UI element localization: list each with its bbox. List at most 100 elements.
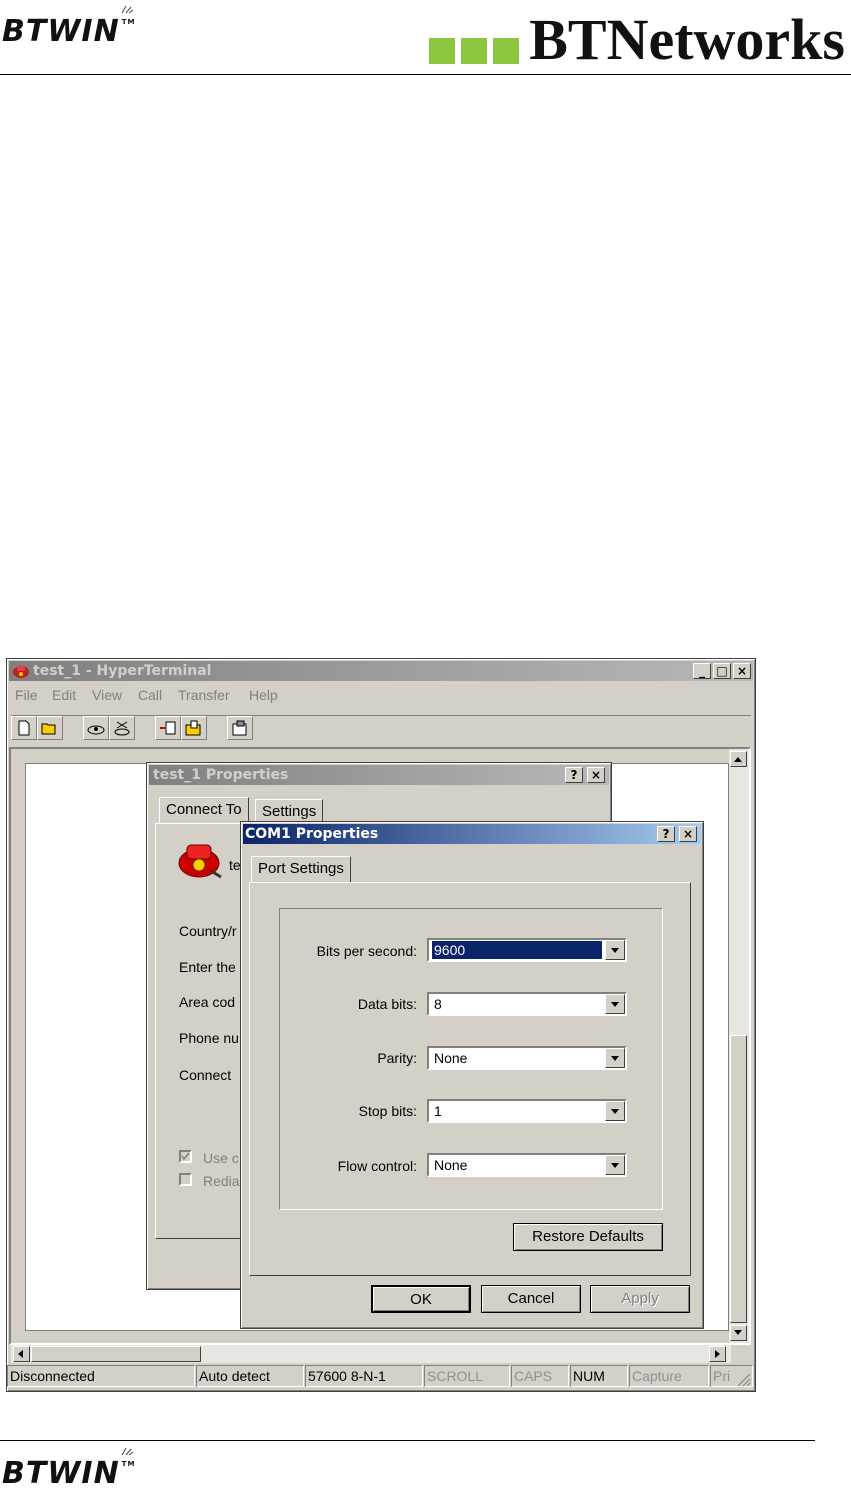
chevron-down-icon[interactable] <box>605 940 625 960</box>
receive-icon[interactable] <box>181 716 207 740</box>
phone-number-label: Phone nu <box>179 1030 239 1046</box>
status-caps: CAPS <box>511 1365 569 1387</box>
horizontal-scroll-thumb[interactable] <box>31 1346 201 1362</box>
data-bits-label: Data bits: <box>357 996 417 1012</box>
help-button[interactable]: ? <box>657 826 675 842</box>
trademark-mark: TM <box>121 1460 136 1468</box>
minimize-button[interactable]: _ <box>693 663 711 679</box>
properties-titlebar[interactable]: test_1 Properties ? × <box>149 765 609 785</box>
disconnect-icon[interactable] <box>109 716 135 740</box>
open-icon[interactable] <box>37 716 63 740</box>
tab-port-settings[interactable]: Port Settings <box>251 856 351 883</box>
com1-title: COM1 Properties <box>245 826 379 842</box>
chevron-down-icon[interactable] <box>605 1101 625 1121</box>
com1-dialog: COM1 Properties ? × Port Settings Bits p… <box>240 821 704 1329</box>
green-square-icon <box>461 38 488 64</box>
stop-bits-label: Stop bits: <box>358 1103 417 1119</box>
data-bits-value: 8 <box>434 996 442 1012</box>
chevron-down-icon[interactable] <box>605 1048 625 1068</box>
redial-checkbox[interactable] <box>179 1173 192 1186</box>
trademark-mark: TM <box>121 18 136 26</box>
send-icon[interactable] <box>155 716 181 740</box>
btwin-footer-logo-text: BTWIN <box>2 1456 120 1491</box>
vertical-scroll-thumb[interactable] <box>730 1035 747 1323</box>
flow-control-label: Flow control: <box>337 1158 417 1174</box>
menu-edit[interactable]: Edit <box>52 687 76 703</box>
tab-connect-to[interactable]: Connect To <box>159 797 249 824</box>
stop-bits-select[interactable]: 1 <box>427 1099 627 1123</box>
menu-call[interactable]: Call <box>138 687 162 703</box>
chevron-down-icon[interactable] <box>605 994 625 1014</box>
scroll-left-icon[interactable] <box>13 1346 30 1362</box>
btnetworks-logo-text: BTNetworks <box>529 7 845 72</box>
hyperterminal-app-icon <box>13 666 29 678</box>
dial-icon[interactable] <box>83 716 109 740</box>
redial-label: Redia <box>203 1173 240 1189</box>
flow-control-value: None <box>434 1157 468 1173</box>
status-connection: Disconnected <box>7 1365 195 1387</box>
green-square-icon <box>493 38 520 64</box>
scroll-down-icon[interactable] <box>730 1325 747 1341</box>
bits-per-second-value: 9600 <box>432 941 602 959</box>
status-scroll: SCROLL <box>424 1365 510 1387</box>
com1-titlebar[interactable]: COM1 Properties ? × <box>243 824 701 844</box>
connection-name-fragment: te <box>229 857 241 873</box>
horizontal-scrollbar[interactable] <box>11 1345 731 1363</box>
enter-label: Enter the <box>179 959 236 975</box>
parity-label: Parity: <box>377 1050 417 1066</box>
ok-button[interactable]: OK <box>371 1285 471 1313</box>
parity-select[interactable]: None <box>427 1046 627 1070</box>
close-button[interactable]: × <box>733 663 751 679</box>
data-bits-select[interactable]: 8 <box>427 992 627 1016</box>
use-country-checkbox[interactable] <box>179 1150 192 1163</box>
vertical-scrollbar[interactable] <box>729 749 749 1343</box>
stop-bits-value: 1 <box>434 1103 442 1119</box>
scroll-up-icon[interactable] <box>730 751 747 767</box>
use-country-label: Use c <box>203 1150 239 1166</box>
tab-settings[interactable]: Settings <box>255 799 324 822</box>
btwin-logo: BTWIN TM <box>2 5 136 49</box>
hyperterminal-titlebar[interactable]: test_1 - HyperTerminal _ □ × <box>9 661 753 681</box>
close-button[interactable]: × <box>679 826 697 842</box>
bits-per-second-label: Bits per second: <box>316 943 417 959</box>
resize-grip-icon[interactable] <box>735 1371 751 1387</box>
flow-control-select[interactable]: None <box>427 1153 627 1177</box>
cancel-button[interactable]: Cancel <box>481 1285 581 1313</box>
maximize-button[interactable]: □ <box>713 663 731 679</box>
close-button[interactable]: × <box>587 767 605 783</box>
area-code-label: Area cod <box>179 994 236 1010</box>
hyperterminal-title: test_1 - HyperTerminal <box>33 663 212 679</box>
btwin-logo-text: BTWIN <box>2 14 120 49</box>
properties-title: test_1 Properties <box>153 767 289 783</box>
properties-icon[interactable] <box>227 716 253 740</box>
bits-per-second-select[interactable]: 9600 <box>427 938 627 962</box>
green-square-icon <box>429 38 456 64</box>
menu-help[interactable]: Help <box>249 687 278 703</box>
status-port-settings: 57600 8-N-1 <box>305 1365 423 1387</box>
country-label: Country/r <box>179 923 237 939</box>
btwin-footer-logo: BTWIN TM <box>2 1447 136 1491</box>
status-detect: Auto detect <box>196 1365 304 1387</box>
spark-icon <box>121 1447 134 1456</box>
footer-rule <box>0 1440 815 1441</box>
chevron-down-icon[interactable] <box>605 1155 625 1175</box>
help-button[interactable]: ? <box>565 767 583 783</box>
spark-icon <box>121 5 134 14</box>
apply-button[interactable]: Apply <box>590 1285 690 1313</box>
btnetworks-logo: BTNetworks <box>429 7 845 72</box>
scroll-right-icon[interactable] <box>709 1346 726 1362</box>
phone-icon <box>178 844 222 879</box>
menu-view[interactable]: View <box>92 687 122 703</box>
status-num: NUM <box>570 1365 628 1387</box>
status-bar: Disconnected Auto detect 57600 8-N-1 SCR… <box>7 1365 753 1389</box>
parity-value: None <box>434 1050 468 1066</box>
header-rule <box>0 74 851 75</box>
status-capture: Capture <box>629 1365 709 1387</box>
new-icon[interactable] <box>11 716 37 740</box>
connect-using-label: Connect <box>179 1067 232 1083</box>
menu-transfer[interactable]: Transfer <box>178 687 230 703</box>
restore-defaults-button[interactable]: Restore Defaults <box>513 1223 663 1251</box>
menu-file[interactable]: File <box>15 687 38 703</box>
menu-bar: File Edit View Call Transfer Help <box>13 687 413 707</box>
toolbar <box>11 715 751 744</box>
